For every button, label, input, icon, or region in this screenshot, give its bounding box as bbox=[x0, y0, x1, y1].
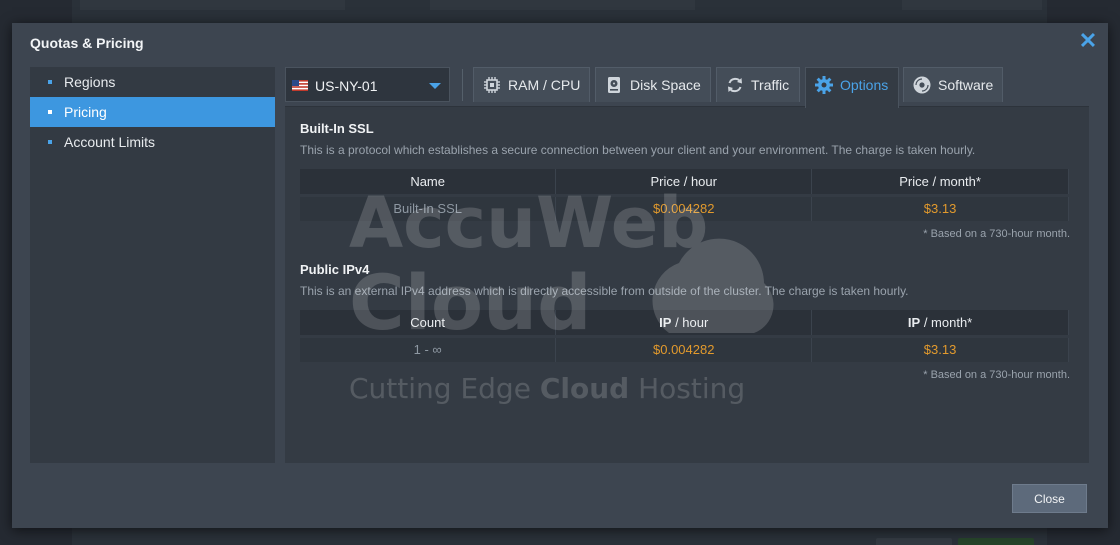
ipv4-section: Public IPv4 This is an external IPv4 add… bbox=[300, 262, 1070, 381]
tab-label: Options bbox=[840, 77, 889, 93]
ssl-footnote: * Based on a 730-hour month. bbox=[923, 228, 1070, 240]
bullet-icon bbox=[48, 140, 52, 144]
gear-icon bbox=[815, 76, 833, 94]
nav-item-regions[interactable]: Regions bbox=[30, 67, 275, 97]
ssl-section: Built-In SSL This is a protocol which es… bbox=[300, 121, 1070, 240]
options-content: Built-In SSL This is a protocol which es… bbox=[300, 121, 1070, 381]
column-header: Count bbox=[300, 310, 557, 336]
ipv4-description: This is an external IPv4 address which i… bbox=[300, 284, 909, 298]
ipv4-title: Public IPv4 bbox=[300, 262, 370, 277]
ssl-title: Built-In SSL bbox=[300, 121, 374, 136]
tab-options[interactable]: Options bbox=[805, 67, 899, 108]
ipv4-price-table: Count IP / hour IP / month* 1 - ∞ $0.004… bbox=[300, 310, 1069, 362]
tab-divider bbox=[462, 69, 463, 101]
table-row: 1 - ∞ $0.004282 $3.13 bbox=[300, 334, 1069, 362]
nav-item-label: Regions bbox=[64, 74, 116, 90]
column-header-rest: / hour bbox=[671, 314, 709, 330]
tab-disk-space[interactable]: Disk Space bbox=[595, 67, 711, 102]
close-icon[interactable]: ✕ bbox=[1078, 30, 1098, 52]
region-label: US-NY-01 bbox=[315, 78, 378, 94]
bullet-icon bbox=[48, 110, 52, 114]
refresh-icon bbox=[728, 77, 742, 93]
us-flag-icon bbox=[292, 80, 308, 91]
bullet-icon bbox=[48, 80, 52, 84]
region-select[interactable]: US-NY-01 bbox=[285, 67, 450, 102]
cell-name: Built-In SSL bbox=[300, 193, 557, 221]
cell-price-hour: $0.004282 bbox=[555, 334, 813, 362]
dialog-header: Quotas & Pricing ✕ bbox=[12, 23, 1108, 63]
nav-item-pricing[interactable]: Pricing bbox=[30, 97, 275, 127]
column-header: Price / month* bbox=[811, 169, 1069, 195]
column-header: IP / month* bbox=[811, 310, 1069, 336]
ipv4-footnote: * Based on a 730-hour month. bbox=[923, 369, 1070, 381]
tab-software[interactable]: Software bbox=[903, 67, 1003, 102]
tab-traffic[interactable]: Traffic bbox=[716, 67, 800, 102]
column-header: Price / hour bbox=[555, 169, 813, 195]
tab-label: RAM / CPU bbox=[508, 77, 581, 93]
tab-label: Traffic bbox=[751, 77, 790, 93]
tab-bar: US-NY-01 RAM / CPU Disk Space Traffic Op… bbox=[285, 67, 1089, 108]
column-header-strong: IP bbox=[659, 314, 672, 330]
left-nav: Regions Pricing Account Limits bbox=[30, 67, 275, 463]
quotas-pricing-dialog: Quotas & Pricing ✕ Regions Pricing Accou… bbox=[12, 23, 1108, 528]
disc-icon bbox=[913, 76, 931, 94]
chevron-down-icon bbox=[429, 83, 441, 89]
cell-price-month: $3.13 bbox=[811, 193, 1069, 221]
cpu-chip-icon bbox=[484, 77, 500, 93]
nav-item-label: Account Limits bbox=[64, 134, 156, 150]
close-button[interactable]: Close bbox=[1012, 484, 1087, 513]
column-header-rest: / month* bbox=[920, 314, 973, 330]
nav-item-account-limits[interactable]: Account Limits bbox=[30, 127, 275, 157]
ssl-description: This is a protocol which establishes a s… bbox=[300, 143, 976, 157]
cell-price-hour: $0.004282 bbox=[555, 193, 813, 221]
tab-ram-cpu[interactable]: RAM / CPU bbox=[473, 67, 590, 102]
column-header: Name bbox=[300, 169, 557, 195]
nav-item-label: Pricing bbox=[64, 104, 107, 120]
column-header-strong: IP bbox=[907, 314, 921, 330]
tab-label: Software bbox=[938, 77, 994, 93]
table-row: Built-In SSL $0.004282 $3.13 bbox=[300, 193, 1069, 221]
column-header: IP / hour bbox=[555, 310, 813, 336]
pricing-main: US-NY-01 RAM / CPU Disk Space Traffic Op… bbox=[285, 67, 1089, 463]
ssl-price-table: Name Price / hour Price / month* Built-I… bbox=[300, 169, 1069, 221]
cell-price-month: $3.13 bbox=[811, 334, 1069, 362]
cell-count: 1 - ∞ bbox=[300, 334, 557, 362]
tab-label: Disk Space bbox=[630, 77, 701, 93]
dialog-title: Quotas & Pricing bbox=[30, 35, 144, 51]
hard-drive-icon bbox=[608, 77, 620, 93]
